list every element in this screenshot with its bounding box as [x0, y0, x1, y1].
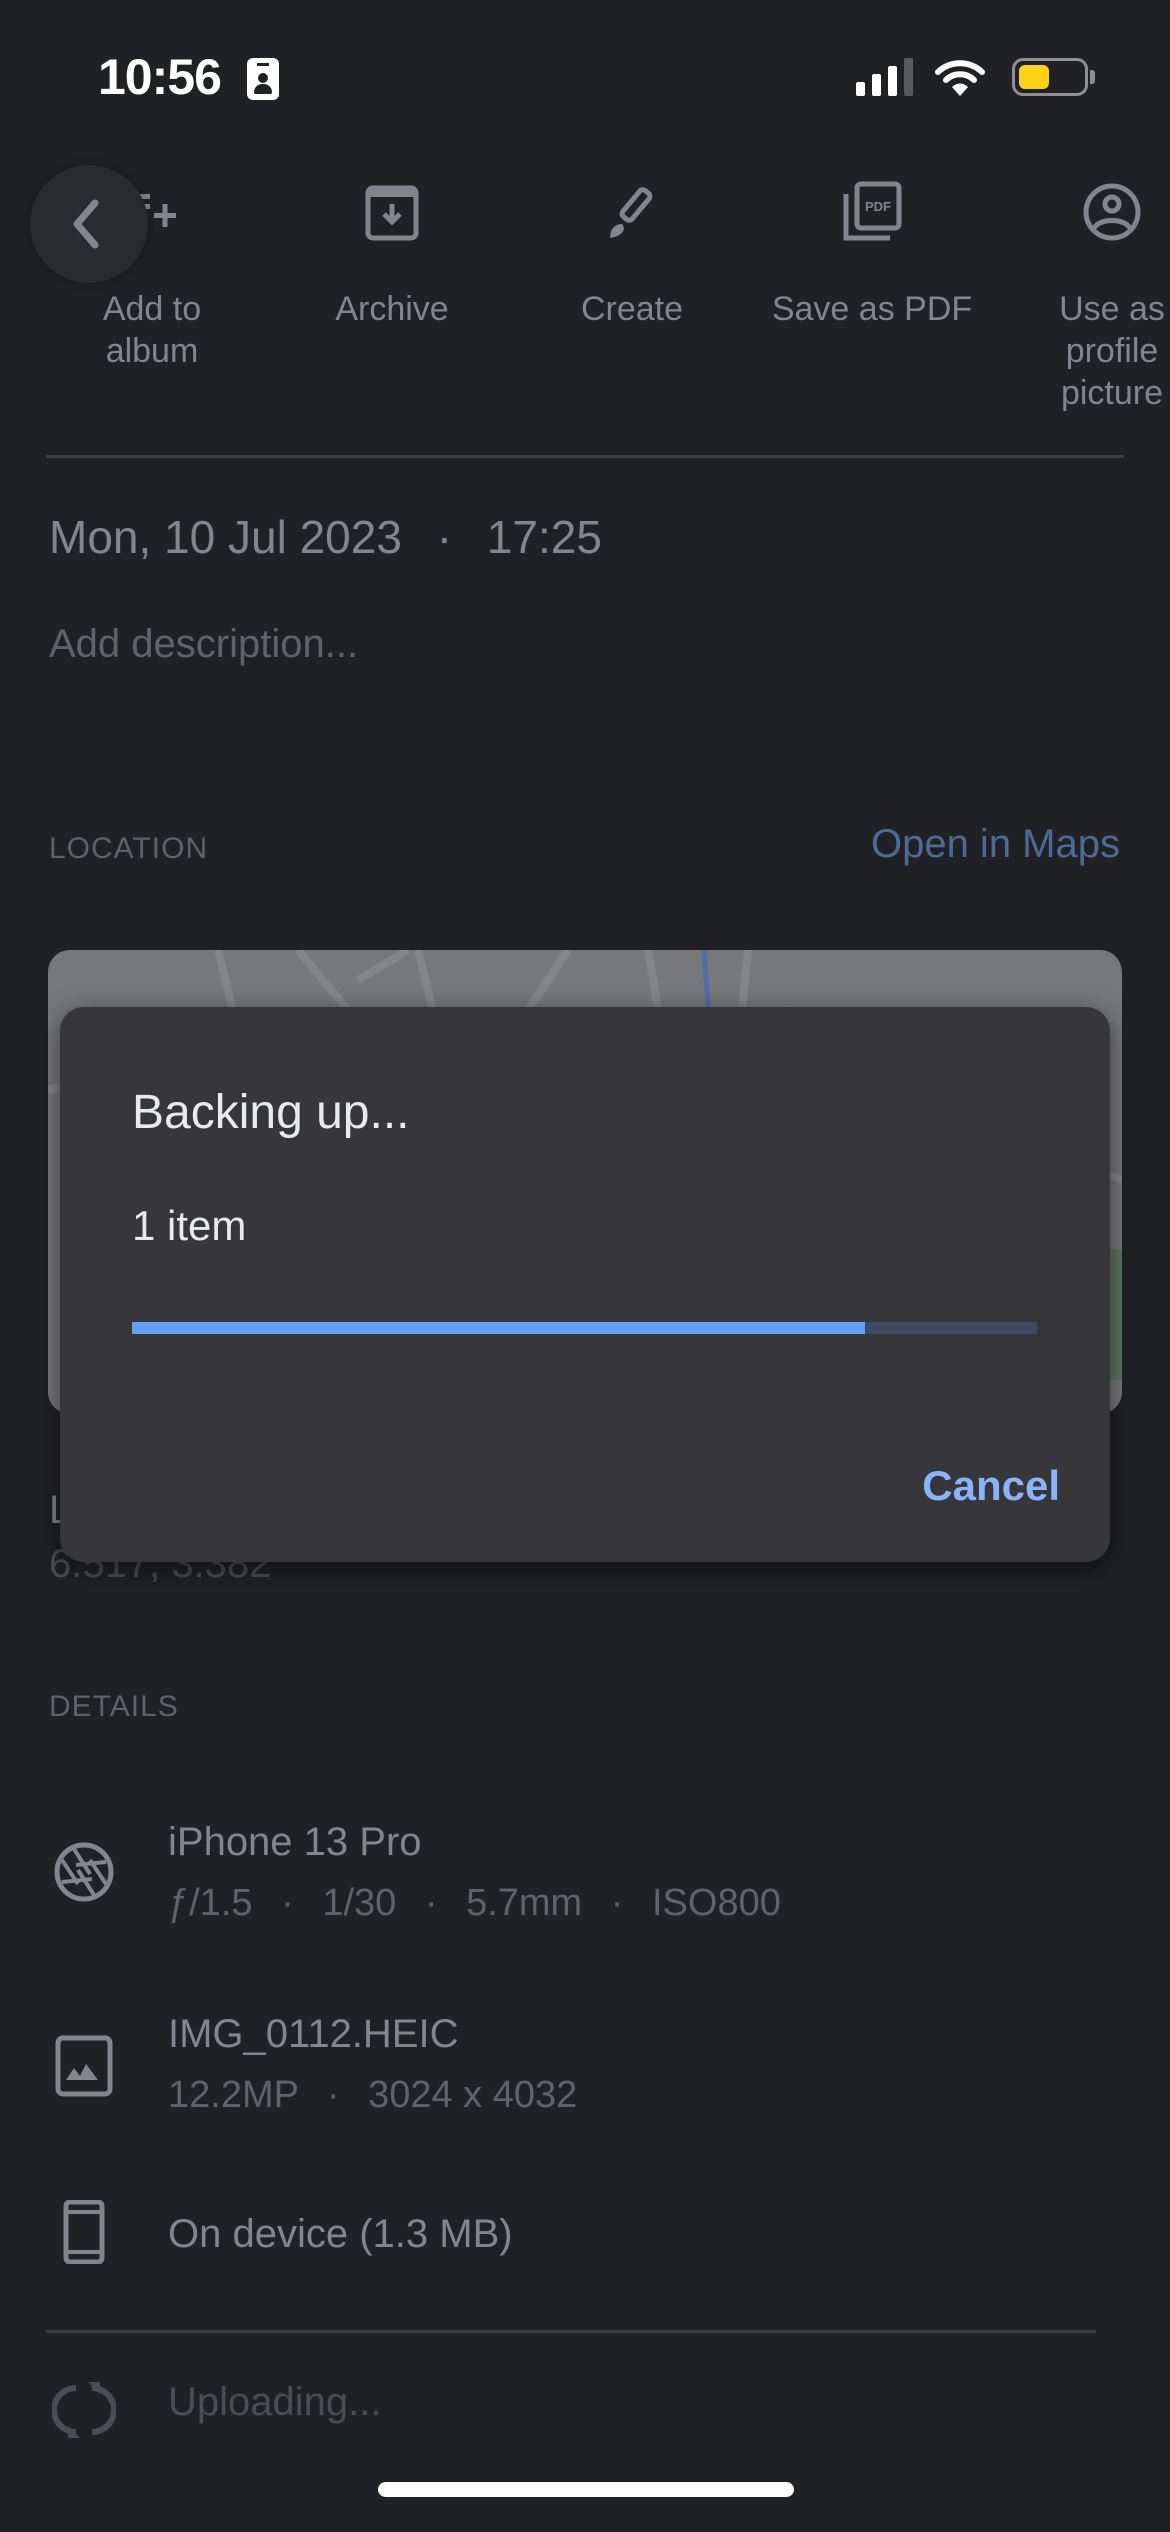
save-as-pdf-button[interactable]: PDF Save as PDF	[762, 180, 982, 330]
add-to-album-label: Add to album	[102, 290, 202, 370]
brush-icon	[610, 187, 653, 238]
open-in-maps-link[interactable]: Open in Maps	[871, 822, 1120, 867]
svg-text:PDF: PDF	[865, 199, 891, 214]
upload-status: Uploading...	[168, 2380, 382, 2424]
spec-separator: ·	[281, 1882, 294, 1924]
focal-length-value: 5.7mm	[466, 1882, 583, 1924]
spec-separator: ·	[610, 1882, 624, 1924]
use-as-profile-picture-label: Use as profile picture	[1059, 290, 1165, 412]
account-circle-icon	[1083, 183, 1141, 241]
file-name: IMG_0112.HEIC	[168, 2012, 459, 2056]
battery-icon	[1012, 58, 1088, 96]
backup-progress-fill	[132, 1322, 866, 1334]
divider	[46, 2330, 1096, 2333]
date-time-row[interactable]: Mon, 10 Jul 2023 · 17:25	[49, 510, 602, 564]
contact-card-icon	[247, 58, 279, 100]
details-section-label: DETAILS	[49, 1690, 179, 1723]
backup-progress-bar	[132, 1322, 1037, 1334]
file-specs: 12.2MP · 3024 x 4032	[168, 2074, 577, 2117]
dialog-item-count: 1 item	[132, 1202, 247, 1249]
chevron-left-icon	[73, 199, 99, 249]
iso-value: ISO800	[651, 1882, 781, 1924]
archive-button[interactable]: Archive	[282, 180, 502, 330]
spec-separator: ·	[424, 1882, 438, 1924]
battery-level-fill	[1019, 65, 1049, 89]
aperture-value: ƒ/1.5	[168, 1882, 253, 1924]
save-as-pdf-label: Save as PDF	[771, 290, 973, 328]
spec-separator: ·	[326, 2074, 340, 2116]
megapixels-value: 12.2MP	[168, 2074, 299, 2116]
date-separator: ·	[436, 511, 453, 563]
status-time: 10:56	[98, 49, 222, 105]
cancel-button[interactable]: Cancel	[922, 1462, 1060, 1510]
location-section-label: LOCATION	[49, 832, 209, 865]
battery-tip	[1090, 70, 1095, 84]
cellular-signal-icon	[856, 58, 914, 96]
resolution-value: 3024 x 4032	[368, 2074, 578, 2116]
create-label: Create	[580, 290, 684, 328]
storage-info: On device (1.3 MB)	[168, 2212, 513, 2256]
dialog-title: Backing up...	[132, 1086, 410, 1139]
sync-icon	[52, 2382, 116, 2438]
archive-icon	[365, 185, 419, 241]
camera-model: iPhone 13 Pro	[168, 1820, 422, 1864]
phone-icon	[63, 2200, 105, 2264]
shutter-speed-value: 1/30	[322, 1882, 397, 1924]
pdf-icon: PDF	[843, 181, 902, 241]
home-indicator[interactable]	[378, 2482, 794, 2497]
photo-time: 17:25	[486, 511, 602, 563]
archive-label: Archive	[335, 290, 449, 328]
divider	[46, 455, 1124, 458]
create-button[interactable]: Create	[522, 180, 742, 330]
back-button[interactable]	[30, 165, 148, 283]
description-input[interactable]: Add description...	[49, 622, 358, 667]
camera-aperture-icon	[54, 1842, 114, 1902]
wifi-icon	[935, 60, 985, 96]
image-icon	[55, 2035, 113, 2097]
photo-date: Mon, 10 Jul 2023	[49, 511, 402, 563]
camera-specs: ƒ/1.5 · 1/30 · 5.7mm · ISO800	[168, 1882, 781, 1925]
use-as-profile-picture-button[interactable]: Use as profile picture	[1002, 180, 1170, 414]
backup-progress-dialog: Backing up... 1 item Cancel	[60, 1007, 1110, 1562]
